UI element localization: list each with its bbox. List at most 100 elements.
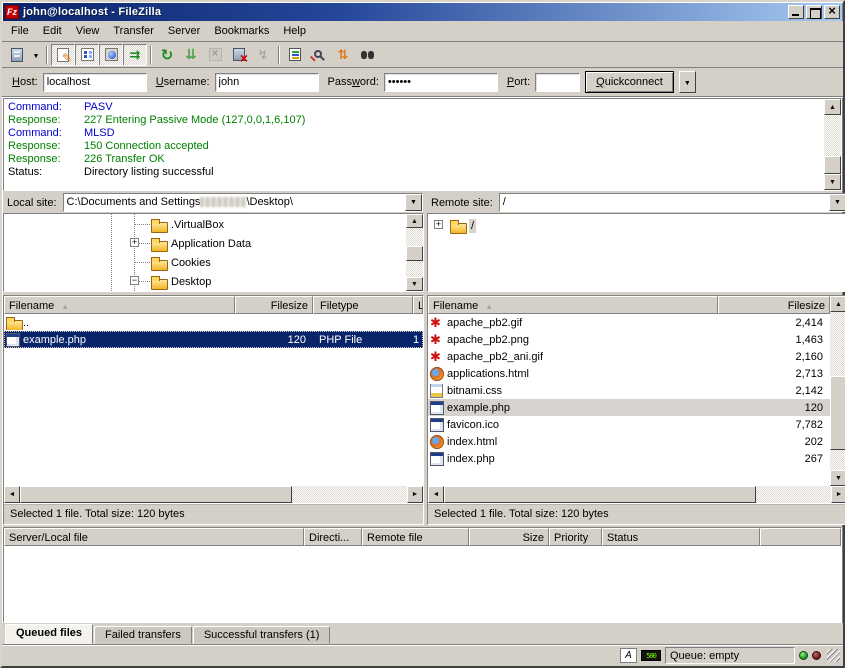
queue-header: Server/Local file Directi... Remote file… bbox=[4, 528, 841, 546]
quickconnect-button[interactable]: Quickconnect bbox=[585, 71, 674, 93]
log-label: Command: bbox=[8, 127, 84, 140]
username-input[interactable] bbox=[215, 73, 319, 92]
menu-view[interactable]: View bbox=[69, 22, 107, 40]
close-icon[interactable] bbox=[824, 5, 840, 19]
tree-item-desktop[interactable]: Desktop bbox=[4, 272, 406, 291]
table-row[interactable]: index.php267 bbox=[428, 450, 830, 467]
toggle-local-tree-button[interactable] bbox=[75, 44, 99, 66]
table-row[interactable]: favicon.ico7,782 bbox=[428, 416, 830, 433]
site-manager-dropdown-button[interactable] bbox=[29, 44, 43, 66]
scroll-thumb[interactable] bbox=[406, 246, 423, 261]
tab-successful-transfers[interactable]: Successful transfers (1) bbox=[193, 626, 331, 644]
site-manager-button[interactable] bbox=[5, 44, 29, 66]
tree-expander[interactable] bbox=[130, 238, 139, 247]
table-row[interactable]: index.html202 bbox=[428, 433, 830, 450]
maximize-icon[interactable] bbox=[806, 5, 822, 19]
column-filename[interactable]: Filename▲ bbox=[428, 296, 718, 314]
scroll-right-icon[interactable] bbox=[407, 486, 423, 503]
filename-cell: apache_pb2.png bbox=[447, 334, 529, 346]
tree-item-cookies[interactable]: Cookies bbox=[4, 253, 406, 272]
scroll-up-icon[interactable] bbox=[830, 296, 845, 312]
table-row[interactable]: applications.html2,713 bbox=[428, 365, 830, 382]
quickconnect-bar: Host: Username: Password: Port: Quickcon… bbox=[2, 68, 843, 97]
refresh-button[interactable] bbox=[155, 44, 179, 66]
table-row-example-php[interactable]: example.php120 bbox=[428, 399, 830, 416]
directory-listing-filters-button[interactable] bbox=[283, 44, 307, 66]
scroll-down-icon[interactable] bbox=[830, 470, 845, 486]
directory-comparison-button[interactable] bbox=[307, 44, 331, 66]
tab-queued-files[interactable]: Queued files bbox=[5, 624, 93, 644]
local-path-combo[interactable]: C:\Documents and Settings\Desktop\ bbox=[63, 193, 423, 212]
synchronized-browsing-button[interactable] bbox=[331, 44, 355, 66]
scroll-up-icon[interactable] bbox=[824, 99, 841, 115]
process-queue-button[interactable] bbox=[179, 44, 203, 66]
minimize-icon[interactable] bbox=[788, 5, 804, 19]
scroll-thumb[interactable] bbox=[830, 376, 845, 450]
table-row[interactable]: apache_pb2.gif2,414 bbox=[428, 314, 830, 331]
tree-expander[interactable] bbox=[130, 276, 139, 285]
password-input[interactable] bbox=[384, 73, 498, 92]
tree-item-application-data[interactable]: Application Data bbox=[4, 234, 406, 253]
scroll-left-icon[interactable] bbox=[4, 486, 20, 503]
table-row-example-php[interactable]: example.php 120 PHP File 1 bbox=[4, 331, 423, 348]
remote-list-scrollbar[interactable] bbox=[830, 296, 845, 486]
tree-expander[interactable] bbox=[434, 220, 443, 229]
filesize-cell: 120 bbox=[718, 402, 830, 414]
column-filetype[interactable]: Filetype bbox=[313, 296, 413, 314]
menu-file[interactable]: File bbox=[4, 22, 36, 40]
quickconnect-dropdown-button[interactable] bbox=[679, 71, 696, 93]
resize-grip[interactable] bbox=[827, 649, 840, 662]
local-site-row: Local site: C:\Documents and Settings\De… bbox=[3, 193, 424, 212]
log-scrollbar[interactable] bbox=[824, 99, 841, 190]
log-lines: Command:PASV Response:227 Entering Passi… bbox=[4, 99, 824, 190]
table-row[interactable]: apache_pb2_ani.gif2,160 bbox=[428, 348, 830, 365]
menu-bookmarks[interactable]: Bookmarks bbox=[207, 22, 276, 40]
transfer-type-icon[interactable]: A bbox=[620, 648, 637, 663]
menu-transfer[interactable]: Transfer bbox=[106, 22, 161, 40]
table-row-parent-dir[interactable]: .. bbox=[4, 314, 423, 331]
combo-dropdown-icon[interactable] bbox=[405, 194, 422, 211]
tree-item-root[interactable]: / bbox=[428, 216, 845, 235]
toggle-remote-tree-button[interactable] bbox=[99, 44, 123, 66]
scroll-left-icon[interactable] bbox=[428, 486, 444, 503]
combo-dropdown-icon[interactable] bbox=[829, 194, 845, 211]
css-file-icon bbox=[430, 384, 447, 398]
scroll-right-icon[interactable] bbox=[831, 486, 845, 503]
scroll-thumb[interactable] bbox=[444, 486, 756, 503]
toggle-message-log-button[interactable] bbox=[51, 44, 75, 66]
speed-limit-icon[interactable]: 500 bbox=[641, 650, 661, 661]
menu-server[interactable]: Server bbox=[161, 22, 207, 40]
host-input[interactable] bbox=[43, 73, 147, 92]
column-server-local-file[interactable]: Server/Local file bbox=[4, 528, 304, 546]
local-tree-scrollbar[interactable] bbox=[406, 214, 423, 291]
scroll-down-icon[interactable] bbox=[406, 277, 423, 291]
column-filename[interactable]: Filename▲ bbox=[4, 296, 235, 314]
tab-failed-transfers[interactable]: Failed transfers bbox=[94, 626, 192, 644]
column-filesize[interactable]: Filesize bbox=[235, 296, 313, 314]
log-line: Response:227 Entering Passive Mode (127,… bbox=[8, 114, 824, 127]
column-size[interactable]: Size bbox=[469, 528, 549, 546]
menu-help[interactable]: Help bbox=[276, 22, 313, 40]
column-priority[interactable]: Priority bbox=[549, 528, 602, 546]
column-direction[interactable]: Directi... bbox=[304, 528, 362, 546]
column-filesize[interactable]: Filesize bbox=[718, 296, 830, 314]
port-input[interactable] bbox=[535, 73, 580, 92]
table-row[interactable]: bitnami.css2,142 bbox=[428, 382, 830, 399]
scroll-thumb[interactable] bbox=[824, 156, 841, 174]
local-site-label: Local site: bbox=[4, 197, 60, 209]
toggle-transfer-queue-button[interactable] bbox=[123, 44, 147, 66]
local-list-hscrollbar[interactable] bbox=[4, 486, 423, 503]
remote-list-hscrollbar[interactable] bbox=[428, 486, 845, 503]
menu-edit[interactable]: Edit bbox=[36, 22, 69, 40]
column-remote-file[interactable]: Remote file bbox=[362, 528, 469, 546]
table-row[interactable]: apache_pb2.png1,463 bbox=[428, 331, 830, 348]
find-files-button[interactable] bbox=[355, 44, 379, 66]
column-last-modified[interactable]: L bbox=[413, 296, 423, 314]
tree-item-virtualbox[interactable]: .VirtualBox bbox=[4, 215, 406, 234]
scroll-up-icon[interactable] bbox=[406, 214, 423, 228]
scroll-down-icon[interactable] bbox=[824, 174, 841, 190]
remote-path-combo[interactable]: / bbox=[499, 193, 845, 212]
scroll-thumb[interactable] bbox=[20, 486, 292, 503]
column-status[interactable]: Status bbox=[602, 528, 760, 546]
disconnect-button[interactable] bbox=[227, 44, 251, 66]
